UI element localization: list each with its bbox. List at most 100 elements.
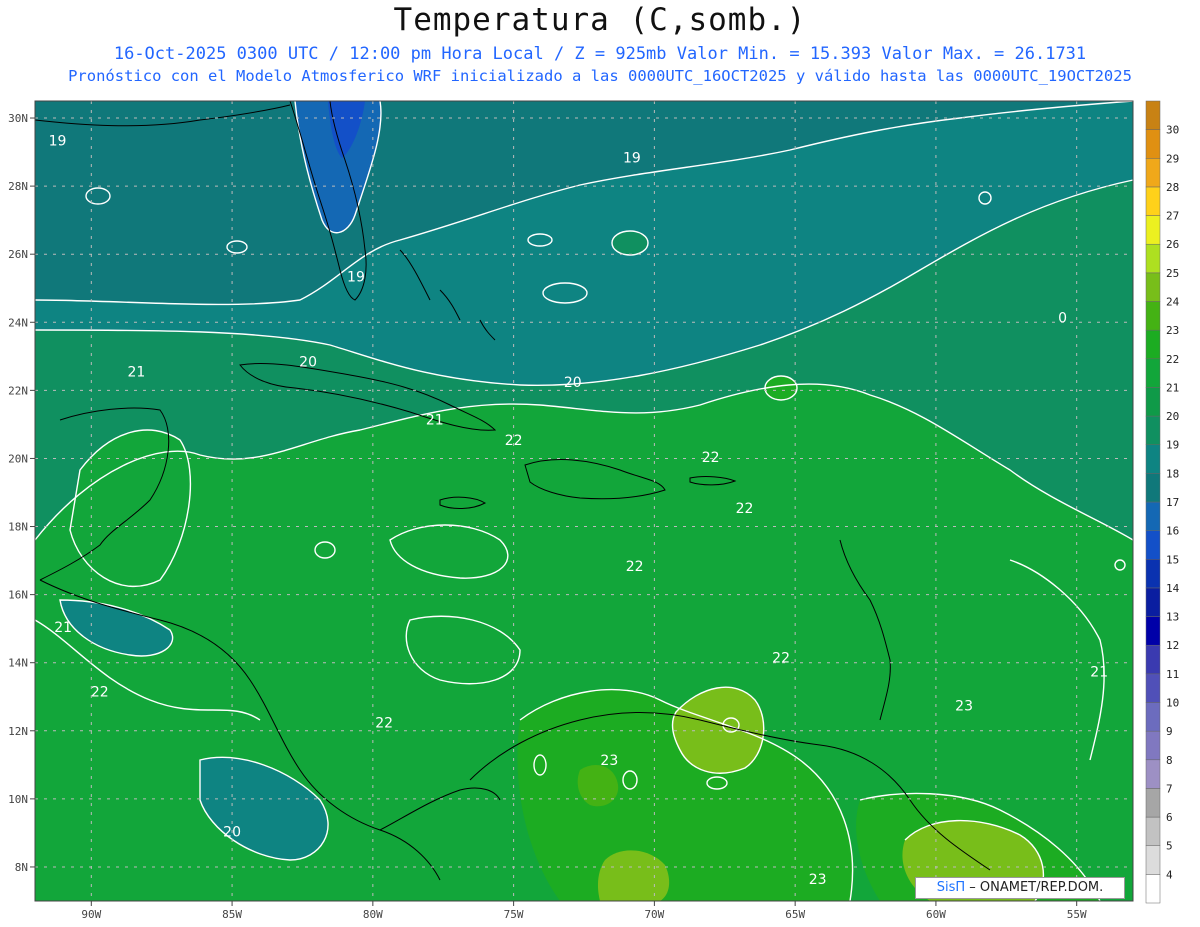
- colorbar-swatch: [1145, 530, 1161, 560]
- contour-label: 21: [127, 365, 145, 381]
- colorbar-swatch: [1145, 129, 1161, 159]
- colorbar-label: 8: [1166, 754, 1173, 767]
- contour-label: 23: [955, 698, 973, 714]
- colorbar-swatch: [1145, 587, 1161, 617]
- colorbar-swatch: [1145, 616, 1161, 646]
- contour-label: 22: [736, 501, 754, 517]
- lat-tick-label: 24N: [8, 316, 28, 329]
- colorbar-label: 26: [1166, 238, 1179, 251]
- colorbar-label: 10: [1166, 697, 1179, 710]
- contour-label: 22: [505, 433, 523, 449]
- lat-tick-label: 14N: [8, 657, 28, 670]
- colorbar-label: 6: [1166, 811, 1173, 824]
- lat-tick-label: 16N: [8, 589, 28, 602]
- colorbar-swatch: [1145, 215, 1161, 245]
- colorbar: 4 5 6 7 8 9 10 11 12 13 14 15 16 17 18 19 20 21 22 23 24 25 26…: [1145, 100, 1180, 904]
- colorbar-swatch: [1145, 730, 1161, 761]
- colorbar-swatch: [1145, 158, 1161, 188]
- colorbar-swatch: [1145, 100, 1161, 130]
- colorbar-label: 9: [1166, 725, 1173, 738]
- colorbar-swatch: [1145, 759, 1161, 789]
- contour-label: 22: [626, 559, 644, 575]
- colorbar-swatch: [1145, 788, 1161, 818]
- lon-tick-label: 55W: [1067, 908, 1087, 921]
- colorbar-label: 14: [1166, 582, 1180, 595]
- colorbar-label: 4: [1166, 868, 1173, 881]
- contour-label: 21: [54, 620, 72, 636]
- colorbar-swatch: [1145, 644, 1161, 675]
- colorbar-label: 16: [1166, 525, 1179, 538]
- colorbar-label: 28: [1166, 181, 1179, 194]
- colorbar-label: 22: [1166, 353, 1179, 366]
- colorbar-label: 30: [1166, 124, 1179, 137]
- colorbar-swatch: [1145, 473, 1161, 503]
- lat-tick-label: 18N: [8, 521, 28, 534]
- temperature-map: 90W 85W 80W 75W 70W 65W 60W 55W 30N 28N 26N 24N 22N 2…: [8, 100, 1180, 921]
- lon-tick-label: 85W: [222, 908, 242, 921]
- colorbar-swatch: [1145, 415, 1161, 445]
- colorbar-swatch: [1145, 301, 1161, 331]
- colorbar-swatch: [1145, 559, 1161, 589]
- colorbar-label: 11: [1166, 668, 1179, 681]
- colorbar-swatch: [1145, 272, 1161, 302]
- lat-tick-label: 10N: [8, 793, 28, 806]
- contour-label: 19: [49, 133, 67, 149]
- lat-tick-label: 22N: [8, 384, 28, 397]
- colorbar-swatch: [1145, 702, 1161, 732]
- contour-label: 20: [223, 824, 241, 840]
- lon-tick-label: 60W: [926, 908, 946, 921]
- lon-tick-label: 70W: [644, 908, 664, 921]
- lat-tick-label: 12N: [8, 725, 28, 738]
- colorbar-swatch: [1145, 358, 1161, 388]
- colorbar-swatch: [1145, 501, 1161, 531]
- colorbar-label: 23: [1166, 324, 1179, 337]
- colorbar-swatch: [1145, 243, 1161, 274]
- colorbar-label: 20: [1166, 410, 1179, 423]
- contour-label: 22: [772, 651, 790, 667]
- colorbar-label: 13: [1166, 611, 1179, 624]
- colorbar-label: 15: [1166, 553, 1179, 566]
- colorbar-label: 7: [1166, 782, 1173, 795]
- colorbar-label: 25: [1166, 267, 1179, 280]
- lon-tick-label: 80W: [363, 908, 383, 921]
- contour-label: 22: [91, 685, 109, 701]
- colorbar-swatch: [1145, 845, 1161, 875]
- colorbar-swatch: [1145, 186, 1161, 216]
- colorbar-swatch: [1145, 874, 1161, 904]
- colorbar-label: 17: [1166, 496, 1179, 509]
- contour-label: 23: [809, 872, 827, 888]
- colorbar-label: 19: [1166, 439, 1179, 452]
- contour-label: 23: [600, 753, 618, 769]
- credit-org: – ONAMET/REP.DOM.: [965, 880, 1104, 895]
- colorbar-label: 29: [1166, 152, 1179, 165]
- colorbar-label: 27: [1166, 210, 1179, 223]
- contour-label: 0: [1058, 310, 1067, 326]
- colorbar-label: 5: [1166, 840, 1173, 853]
- colorbar-label: 12: [1166, 639, 1179, 652]
- lon-tick-label: 65W: [785, 908, 805, 921]
- colorbar-swatch: [1145, 387, 1161, 417]
- contour-label: 22: [375, 715, 393, 731]
- colorbar-swatch: [1145, 673, 1161, 703]
- lat-tick-label: 30N: [8, 112, 28, 125]
- contour-label: 21: [1090, 664, 1108, 680]
- lon-tick-label: 90W: [81, 908, 101, 921]
- lat-tick-label: 26N: [8, 248, 28, 261]
- contour-label: 22: [702, 450, 720, 466]
- lat-tick-label: 20N: [8, 452, 28, 465]
- colorbar-swatch: [1145, 816, 1161, 846]
- lat-tick-label: 8N: [15, 861, 28, 874]
- colorbar-label: 24: [1166, 296, 1180, 309]
- colorbar-swatch: [1145, 444, 1161, 474]
- contour-label: 20: [299, 355, 317, 371]
- lat-tick-label: 28N: [8, 180, 28, 193]
- credit-brand: SisΠ: [936, 880, 966, 895]
- colorbar-swatch: [1145, 329, 1161, 360]
- contour-label: 19: [623, 150, 641, 166]
- contour-label: 21: [426, 412, 444, 428]
- colorbar-label: 21: [1166, 381, 1179, 394]
- credit-box: SisΠ – ONAMET/REP.DOM.: [915, 877, 1125, 899]
- lon-tick-label: 75W: [504, 908, 524, 921]
- contour-label: 20: [564, 375, 582, 391]
- colorbar-label: 18: [1166, 467, 1179, 480]
